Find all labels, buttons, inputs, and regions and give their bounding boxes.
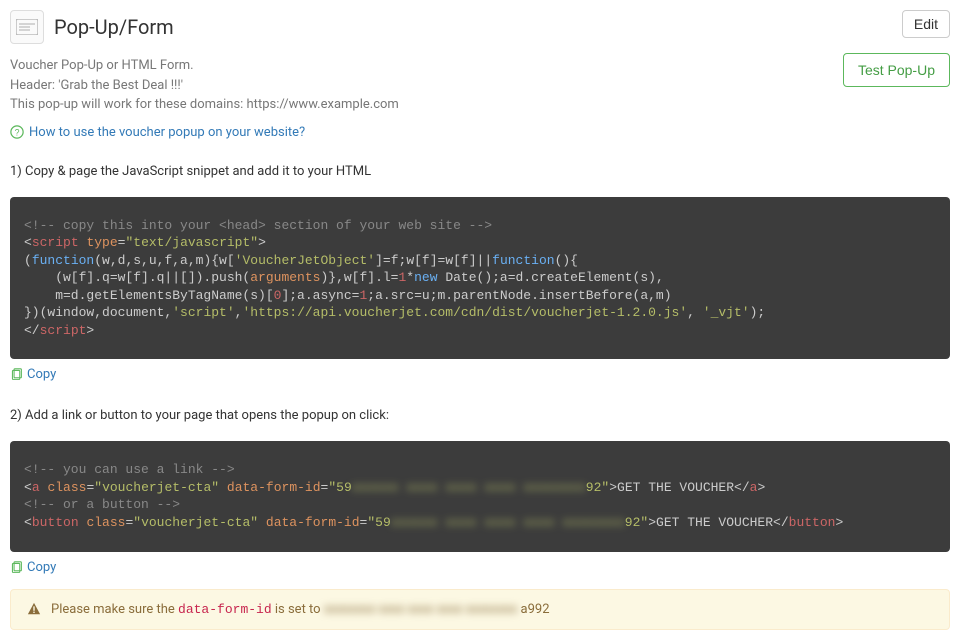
code-snippet-1: <!-- copy this into your <head> section … (10, 197, 950, 360)
help-link[interactable]: How to use the voucher popup on your web… (29, 125, 305, 140)
desc-line-2: Header: 'Grab the Best Deal !!!' (10, 76, 399, 96)
code-snippet-2: <!-- you can use a link --> <a class="vo… (10, 441, 950, 551)
desc-line-1: Voucher Pop-Up or HTML Form. (10, 56, 399, 76)
data-form-id-warning: Please make sure the data-form-id is set… (10, 589, 950, 630)
alert-text: Please make sure the data-form-id is set… (51, 602, 550, 617)
copy-icon (10, 561, 23, 574)
description-block: Voucher Pop-Up or HTML Form. Header: 'Gr… (10, 56, 399, 115)
desc-line-3: This pop-up will work for these domains:… (10, 95, 399, 115)
page-title: Pop-Up/Form (54, 15, 174, 39)
help-icon: ? (10, 125, 24, 139)
edit-button[interactable]: Edit (902, 10, 950, 38)
copy-icon (10, 368, 23, 381)
step-2-instruction: 2) Add a link or button to your page tha… (10, 408, 950, 423)
popup-form-icon (10, 10, 44, 44)
warning-icon (27, 602, 41, 616)
step-1-instruction: 1) Copy & page the JavaScript snippet an… (10, 164, 950, 179)
copy-snippet-2[interactable]: Copy (27, 560, 56, 575)
test-popup-button[interactable]: Test Pop-Up (843, 53, 950, 87)
copy-snippet-1[interactable]: Copy (27, 367, 56, 382)
svg-text:?: ? (15, 128, 20, 138)
